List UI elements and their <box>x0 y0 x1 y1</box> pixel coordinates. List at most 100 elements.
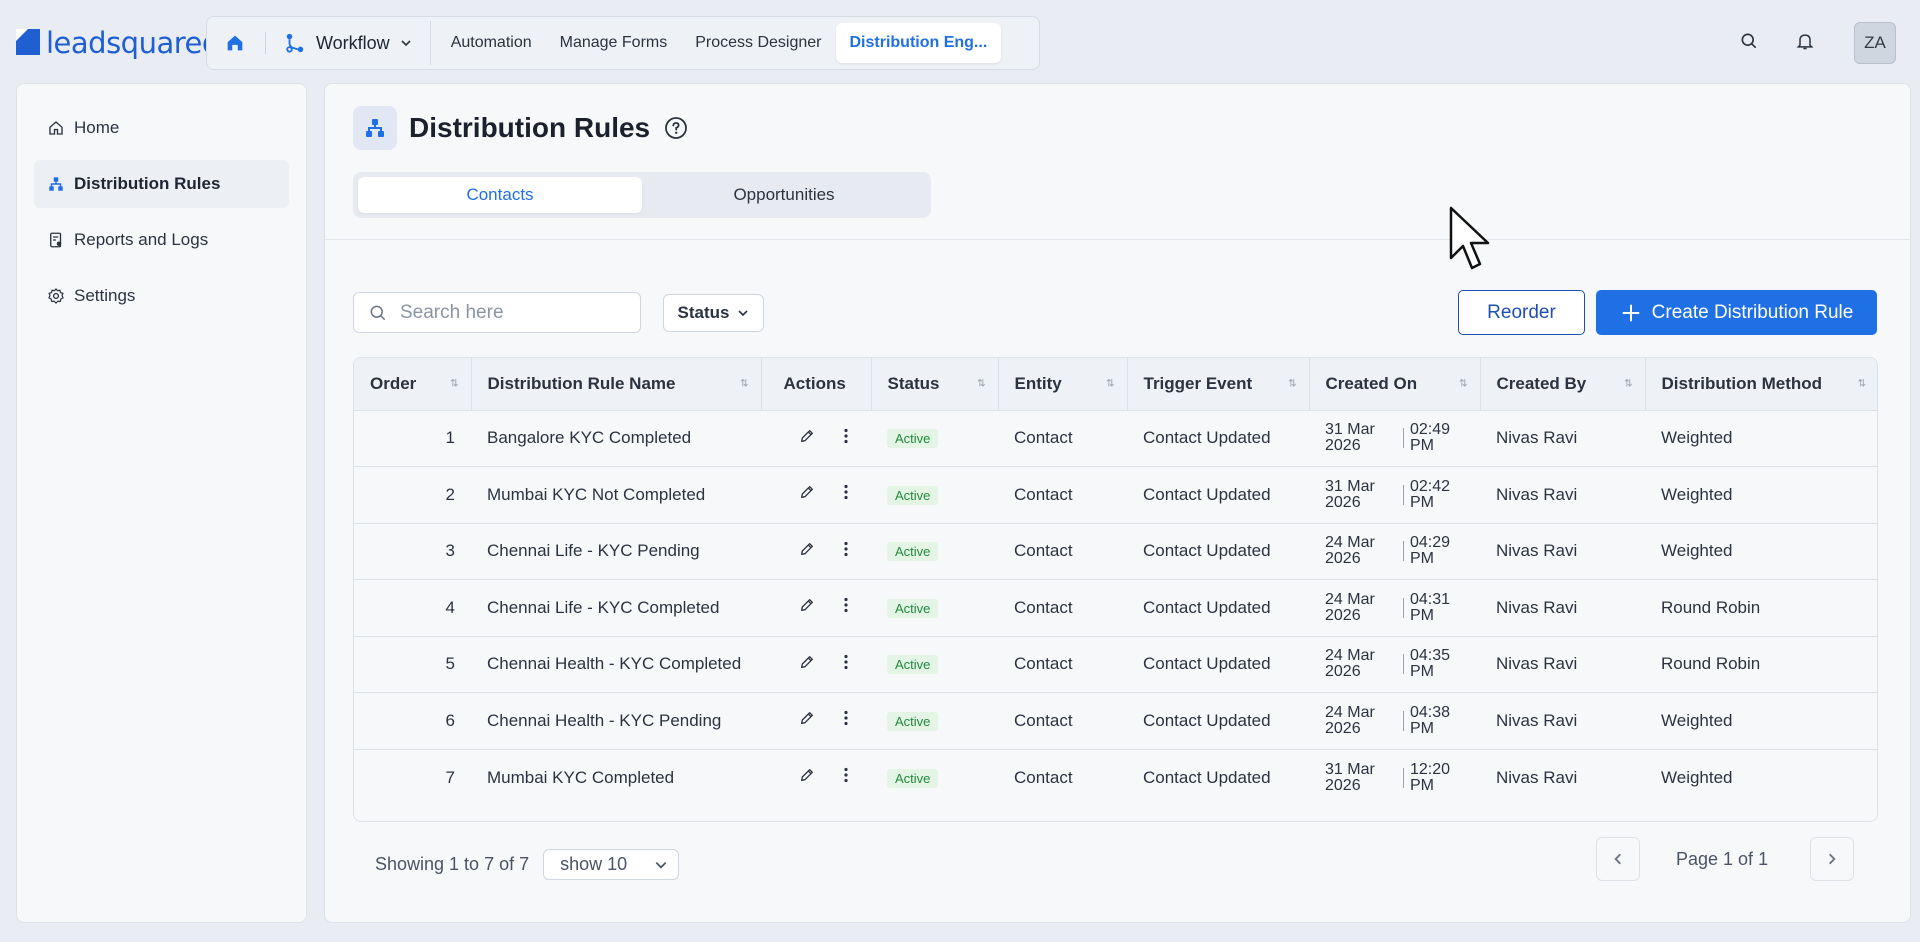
more-options-button[interactable] <box>843 428 849 449</box>
edit-rule-button[interactable] <box>799 541 815 562</box>
more-options-icon[interactable] <box>843 597 849 613</box>
edit-icon[interactable] <box>799 541 815 557</box>
column-header-name[interactable]: Distribution Rule Name ⇅ <box>471 358 762 410</box>
previous-page-button[interactable] <box>1596 837 1640 881</box>
table-row[interactable]: 5 Chennai Health - KYC Completed Active Con… <box>354 636 1877 693</box>
cell-distribution-method: Weighted <box>1661 484 1733 504</box>
cell-distribution-method: Weighted <box>1661 767 1733 787</box>
plus-icon <box>1622 304 1639 321</box>
pagination-summary: Showing 1 to 7 of 7 show 10 <box>375 849 680 880</box>
logo-mark-icon <box>16 29 42 57</box>
page-size-select[interactable]: show 10 <box>543 849 680 880</box>
edit-rule-button[interactable] <box>799 428 815 449</box>
tab-opportunities[interactable]: Opportunities <box>642 177 926 213</box>
edit-icon[interactable] <box>799 428 815 444</box>
search-input[interactable] <box>400 301 620 324</box>
edit-icon[interactable] <box>799 484 815 500</box>
edit-icon[interactable] <box>799 654 815 670</box>
more-options-icon[interactable] <box>843 484 849 500</box>
edit-rule-button[interactable] <box>799 484 815 505</box>
column-header-trigger-event[interactable]: Trigger Event ⇅ <box>1127 358 1310 410</box>
column-header-entity[interactable]: Entity ⇅ <box>998 358 1128 410</box>
more-options-button[interactable] <box>843 597 849 618</box>
sort-icon[interactable]: ⇅ <box>450 378 458 389</box>
sidebar-item-distribution-rules[interactable]: Distribution Rules <box>34 160 289 208</box>
edit-rule-button[interactable] <box>799 710 815 731</box>
chevron-left-icon <box>1614 853 1621 865</box>
more-options-icon[interactable] <box>843 654 849 670</box>
create-distribution-rule-button[interactable]: Create Distribution Rule <box>1596 290 1877 335</box>
more-options-icon[interactable] <box>843 710 849 726</box>
status-badge: Active <box>887 711 939 731</box>
cell-created-on: 31 Mar 2026 12:20 PM <box>1309 749 1480 806</box>
sort-icon[interactable]: ⇅ <box>1459 378 1467 389</box>
cell-actions <box>761 467 871 524</box>
column-header-status[interactable]: Status ⇅ <box>871 358 999 410</box>
column-header-distribution-method[interactable]: Distribution Method ⇅ <box>1645 358 1877 410</box>
created-date-line2: 2026 <box>1325 663 1361 681</box>
cell-distribution-method: Weighted <box>1661 428 1733 448</box>
column-header-order[interactable]: Order ⇅ <box>354 358 472 410</box>
leadsquared-logo[interactable]: leadsquared <box>16 26 220 60</box>
next-page-button[interactable] <box>1810 837 1854 881</box>
column-header-created-by[interactable]: Created By ⇅ <box>1480 358 1646 410</box>
sort-icon[interactable]: ⇅ <box>1106 378 1114 389</box>
sort-icon[interactable]: ⇅ <box>1624 378 1632 389</box>
table-row[interactable]: 4 Chennai Life - KYC Completed Active Conta… <box>354 579 1877 637</box>
edit-icon[interactable] <box>799 597 815 613</box>
more-options-button[interactable] <box>843 484 849 505</box>
table-row[interactable]: 1 Bangalore KYC Completed Active Contact Con… <box>354 410 1877 467</box>
cell-distribution-method: Weighted <box>1661 541 1733 561</box>
cell-status: Active <box>871 580 998 637</box>
status-filter-dropdown[interactable]: Status <box>663 294 764 332</box>
edit-rule-button[interactable] <box>799 597 815 618</box>
global-search-button[interactable] <box>1734 26 1764 56</box>
edit-icon[interactable] <box>799 767 815 783</box>
more-options-button[interactable] <box>843 541 849 562</box>
date-time-divider <box>1403 541 1404 562</box>
search-icon <box>1741 33 1757 49</box>
created-date-line1: 31 Mar <box>1325 477 1375 495</box>
sort-icon[interactable]: ⇅ <box>977 378 985 389</box>
nav-link-distribution-engine[interactable]: Distribution Eng... <box>835 23 1002 63</box>
search-box[interactable] <box>353 292 641 333</box>
cell-rule-name: Chennai Health - KYC Pending <box>487 710 722 730</box>
edit-icon[interactable] <box>799 710 815 726</box>
workflow-dropdown[interactable]: Workflow <box>274 23 422 63</box>
more-options-button[interactable] <box>843 710 849 731</box>
sort-icon[interactable]: ⇅ <box>1858 378 1866 389</box>
sidebar-item-reports-and-logs[interactable]: Reports and Logs <box>34 216 289 264</box>
cell-actions <box>761 410 871 467</box>
nav-link-manage-forms[interactable]: Manage Forms <box>546 23 682 63</box>
edit-rule-button[interactable] <box>799 767 815 788</box>
more-options-icon[interactable] <box>843 767 849 783</box>
more-options-button[interactable] <box>843 654 849 675</box>
edit-rule-button[interactable] <box>799 654 815 675</box>
table-row[interactable]: 7 Mumbai KYC Completed Active Contact Contac… <box>354 749 1877 806</box>
more-options-icon[interactable] <box>843 541 849 557</box>
nav-link-process-designer[interactable]: Process Designer <box>681 23 835 63</box>
cell-created-on: 31 Mar 2026 02:49 PM <box>1309 410 1480 467</box>
table-row[interactable]: 3 Chennai Life - KYC Pending Active Contact… <box>354 523 1877 580</box>
column-header-created-on[interactable]: Created On ⇅ <box>1309 358 1481 410</box>
table-row[interactable]: 2 Mumbai KYC Not Completed Active Contact Co… <box>354 466 1877 524</box>
created-date-line2: 2026 <box>1325 550 1361 568</box>
more-options-button[interactable] <box>843 767 849 788</box>
table-row[interactable]: 6 Chennai Health - KYC Pending Active Conta… <box>354 692 1877 750</box>
more-options-icon[interactable] <box>843 428 849 444</box>
sort-icon[interactable]: ⇅ <box>740 378 748 389</box>
cell-trigger-event: Contact Updated <box>1143 428 1271 448</box>
user-avatar[interactable]: ZA <box>1854 22 1896 64</box>
sidebar-item-home[interactable]: Home <box>34 104 289 152</box>
reorder-button[interactable]: Reorder <box>1458 290 1585 335</box>
sidebar-item-settings[interactable]: Settings <box>34 272 289 320</box>
tab-contacts[interactable]: Contacts <box>358 177 642 213</box>
sort-icon[interactable]: ⇅ <box>1288 378 1296 389</box>
help-icon[interactable] <box>664 116 688 140</box>
home-nav-button[interactable] <box>213 23 257 63</box>
header-divider <box>325 239 1910 240</box>
header-label: Created On <box>1325 373 1418 393</box>
notifications-button[interactable] <box>1790 26 1820 56</box>
nav-link-automation[interactable]: Automation <box>437 23 546 63</box>
created-date-line1: 31 Mar <box>1325 421 1375 439</box>
